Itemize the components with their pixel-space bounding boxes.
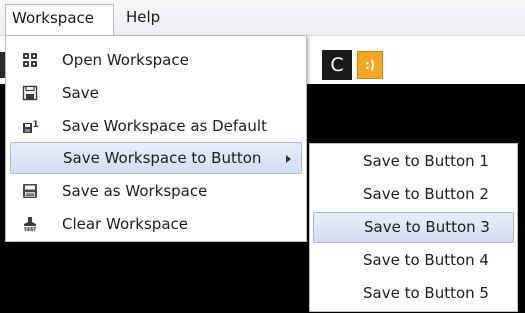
c-button-label: C: [330, 54, 344, 76]
submenu-item-label: Save to Button 1: [363, 152, 489, 170]
menu-bar: Workspace Help: [0, 0, 525, 36]
menu-item-label: Save Workspace to Button: [63, 149, 262, 167]
menu-item-label: Save: [62, 84, 99, 102]
menu-item-label: Save as Workspace: [62, 182, 208, 200]
menu-item-save-default[interactable]: 1 Save Workspace as Default: [10, 110, 302, 142]
menu-workspace[interactable]: Workspace: [5, 4, 114, 35]
menu-item-open-workspace[interactable]: Open Workspace: [10, 44, 302, 76]
menu-item-clear-workspace[interactable]: Clear Workspace: [10, 208, 302, 240]
menu-item-save-to-button[interactable]: Save Workspace to Button: [10, 142, 302, 174]
submenu-item-label: Save to Button 3: [364, 218, 490, 236]
menu-workspace-label: Workspace: [12, 9, 94, 27]
save-default-icon: 1: [22, 118, 39, 134]
submenu-item-button-5[interactable]: Save to Button 5: [313, 278, 514, 309]
save-icon: [22, 85, 38, 101]
submenu-item-label: Save to Button 2: [363, 185, 489, 203]
smiley-icon: :): [364, 58, 376, 72]
clear-workspace-icon: [22, 216, 38, 232]
menu-item-label: Open Workspace: [62, 51, 189, 69]
c-button[interactable]: C: [322, 50, 352, 80]
submenu-item-button-2[interactable]: Save to Button 2: [313, 179, 514, 210]
submenu-item-label: Save to Button 4: [363, 251, 489, 269]
menu-item-label: Save Workspace as Default: [62, 117, 267, 135]
menu-item-save[interactable]: Save: [10, 77, 302, 109]
workspace-menu: Open Workspace Save 1 Save Workspace as …: [5, 35, 307, 242]
submenu-item-button-1[interactable]: Save to Button 1: [313, 146, 514, 177]
svg-text:1: 1: [33, 120, 39, 130]
open-workspace-icon: [22, 52, 38, 68]
smiley-button[interactable]: :): [357, 51, 383, 79]
menu-item-label: Clear Workspace: [62, 215, 188, 233]
save-as-icon: [22, 183, 38, 199]
submenu-item-button-4[interactable]: Save to Button 4: [313, 245, 514, 276]
submenu-item-label: Save to Button 5: [363, 284, 489, 302]
submenu-item-button-3[interactable]: Save to Button 3: [313, 212, 514, 243]
menu-help-label: Help: [126, 8, 161, 26]
save-to-button-submenu: Save to Button 1 Save to Button 2 Save t…: [309, 143, 518, 312]
menu-help[interactable]: Help: [120, 4, 166, 30]
submenu-arrow-icon: [286, 155, 291, 163]
menu-item-save-as-workspace[interactable]: Save as Workspace: [10, 175, 302, 207]
